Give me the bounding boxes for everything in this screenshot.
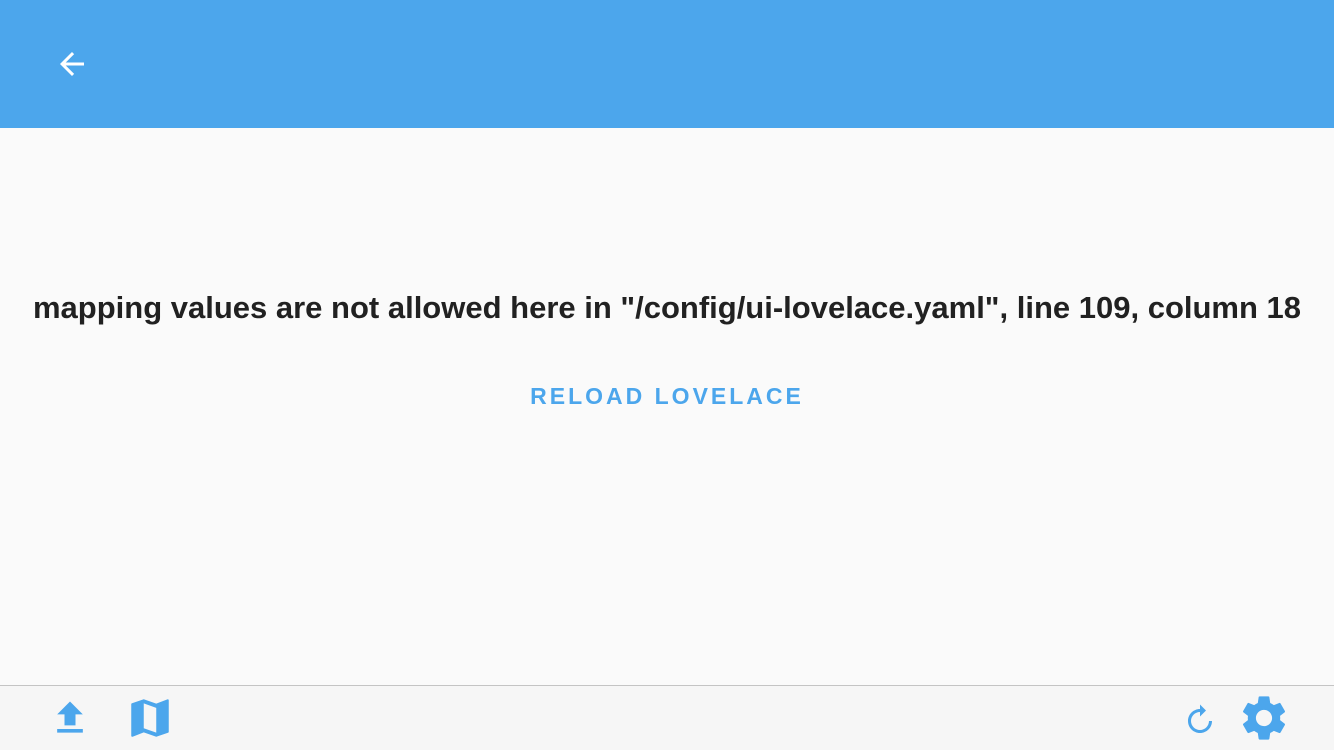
arrow-left-icon [60,52,84,76]
refresh-button[interactable] [1172,690,1228,746]
bottom-toolbar [0,685,1334,750]
upload-button[interactable] [42,690,98,746]
error-message: mapping values are not allowed here in "… [32,290,1302,325]
back-button[interactable] [44,36,100,92]
map-icon [131,699,169,737]
reload-lovelace-button[interactable]: RELOAD LOVELACE [527,368,807,424]
app-window: mapping values are not allowed here in "… [0,0,1334,750]
error-panel: mapping values are not allowed here in "… [0,128,1334,685]
upload-icon [57,701,83,733]
settings-button[interactable] [1236,690,1292,746]
refresh-icon [1188,704,1212,733]
settings-gear-icon [1242,696,1286,740]
app-header [0,0,1334,128]
map-button[interactable] [122,690,178,746]
